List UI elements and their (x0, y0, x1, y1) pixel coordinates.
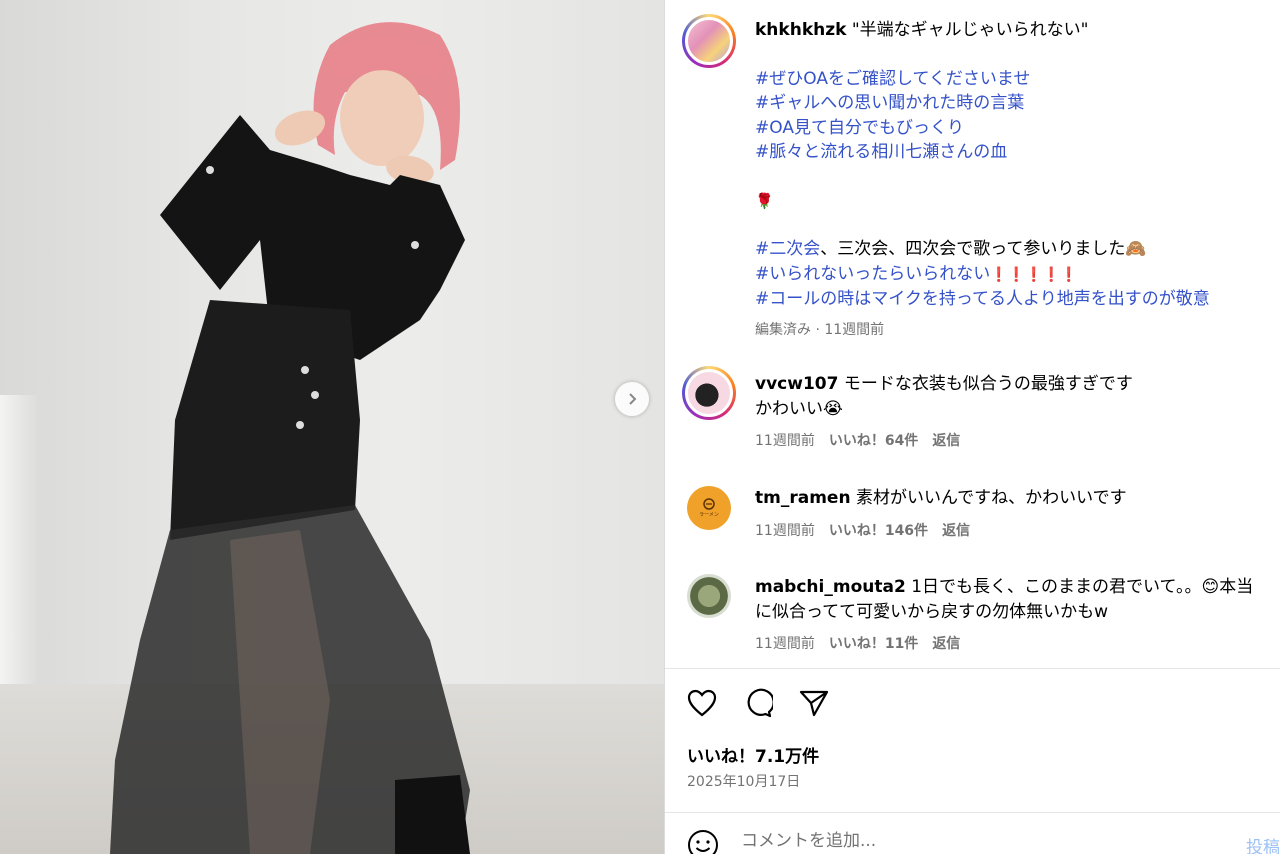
hashtag[interactable]: #いられないったらいられない (755, 264, 990, 284)
comment-text-line2: かわいい😭 (755, 398, 843, 419)
hashtag[interactable]: #コールの時はマイクを持ってる人より地声を出すのが敬意 (755, 287, 1275, 312)
post-photo (0, 0, 664, 854)
comment-text: 素材がいいんですね、かわいいです (855, 488, 1127, 508)
heart-icon (687, 689, 717, 717)
emoji-icon (688, 830, 718, 854)
post-sidebar: khkhkhzk "半端なギャルじゃいられない" #ぜひOAをご確認してください… (665, 0, 1280, 854)
comment-item: mabchi_mouta2 1日でも長く、このままの君でいて。。😊本当 に似合っ… (755, 575, 1275, 657)
comment-text: モードな衣装も似合うの最強すぎです (843, 374, 1133, 394)
caption-title: "半端なギャルじゃいられない" (851, 20, 1089, 40)
rose-emoji: 🌹 (755, 191, 774, 210)
hashtag[interactable]: #二次会 (755, 239, 820, 259)
comment-username[interactable]: mabchi_mouta2 (755, 577, 906, 597)
post-comment-button[interactable]: 投稿 (1246, 833, 1280, 854)
comment-text: 1日でも長く、このままの君でいて。。😊本当 (911, 577, 1254, 597)
reply-button[interactable]: 返信 (932, 636, 960, 652)
author-avatar[interactable] (682, 14, 736, 68)
hashtag[interactable]: #脈々と流れる相川七瀬さんの血 (755, 140, 1275, 165)
section-divider (665, 668, 1280, 669)
comment-username[interactable]: tm_ramen (755, 488, 851, 508)
post-caption: khkhkhzk "半端なギャルじゃいられない" #ぜひOAをご確認してください… (755, 18, 1275, 342)
like-button[interactable] (685, 686, 719, 720)
person-figure (110, 22, 470, 854)
comment-time[interactable]: 11週間前 (755, 636, 815, 652)
comment-likes[interactable]: いいね！64件 (829, 433, 918, 449)
likes-count[interactable]: いいね！7.1万件 (687, 742, 819, 767)
comment-text-line2: に似合ってて可愛いから戻すの勿体無いかもw (755, 601, 1109, 622)
comment-item: vvcw107 モードな衣装も似合うの最強すぎです かわいい😭 11週間前 いいね… (755, 372, 1275, 454)
comment-button[interactable] (741, 686, 775, 720)
hashtag[interactable]: #ギャルへの思い聞かれた時の言葉 (755, 91, 1275, 116)
comment-avatar[interactable] (687, 574, 731, 618)
comment-icon (747, 688, 773, 718)
caption-text: 、三次会、四次会で歌って参いりました🙈 (820, 239, 1147, 259)
hashtag[interactable]: #OA見て自分でもびっくり (755, 116, 1275, 141)
comment-time[interactable]: 11週間前 (755, 523, 815, 539)
share-button[interactable] (797, 686, 831, 720)
action-bar (685, 686, 831, 720)
post-date[interactable]: 2025年10月17日 (687, 771, 800, 791)
caption-meta: 編集済み · 11週間前 (755, 321, 885, 338)
comment-username[interactable]: vvcw107 (755, 374, 838, 394)
comment-likes[interactable]: いいね！146件 (829, 523, 928, 539)
chevron-right-icon (629, 393, 637, 405)
comment-input[interactable] (741, 831, 1161, 851)
hashtag[interactable]: #ぜひOAをご確認してくださいませ (755, 67, 1275, 92)
share-icon (799, 690, 829, 717)
reply-button[interactable]: 返信 (942, 523, 970, 539)
emoji-button[interactable] (687, 829, 719, 854)
comment-likes[interactable]: いいね！11件 (829, 636, 918, 652)
comment-avatar[interactable] (682, 366, 736, 420)
comment-item: tm_ramen 素材がいいんですね、かわいいです 11週間前 いいね！146件返… (755, 486, 1275, 543)
avatar-label: ラーメン (699, 512, 719, 518)
comment-avatar[interactable]: ラーメン (687, 486, 731, 530)
exclamation-emojis: ❗❗❗❗❗ (990, 266, 1078, 283)
author-username[interactable]: khkhkhzk (755, 20, 846, 40)
add-comment-bar: 投稿 (665, 812, 1280, 854)
reply-button[interactable]: 返信 (932, 433, 960, 449)
comment-time[interactable]: 11週間前 (755, 433, 815, 449)
next-image-button[interactable] (615, 382, 649, 416)
ramen-icon (703, 498, 715, 510)
